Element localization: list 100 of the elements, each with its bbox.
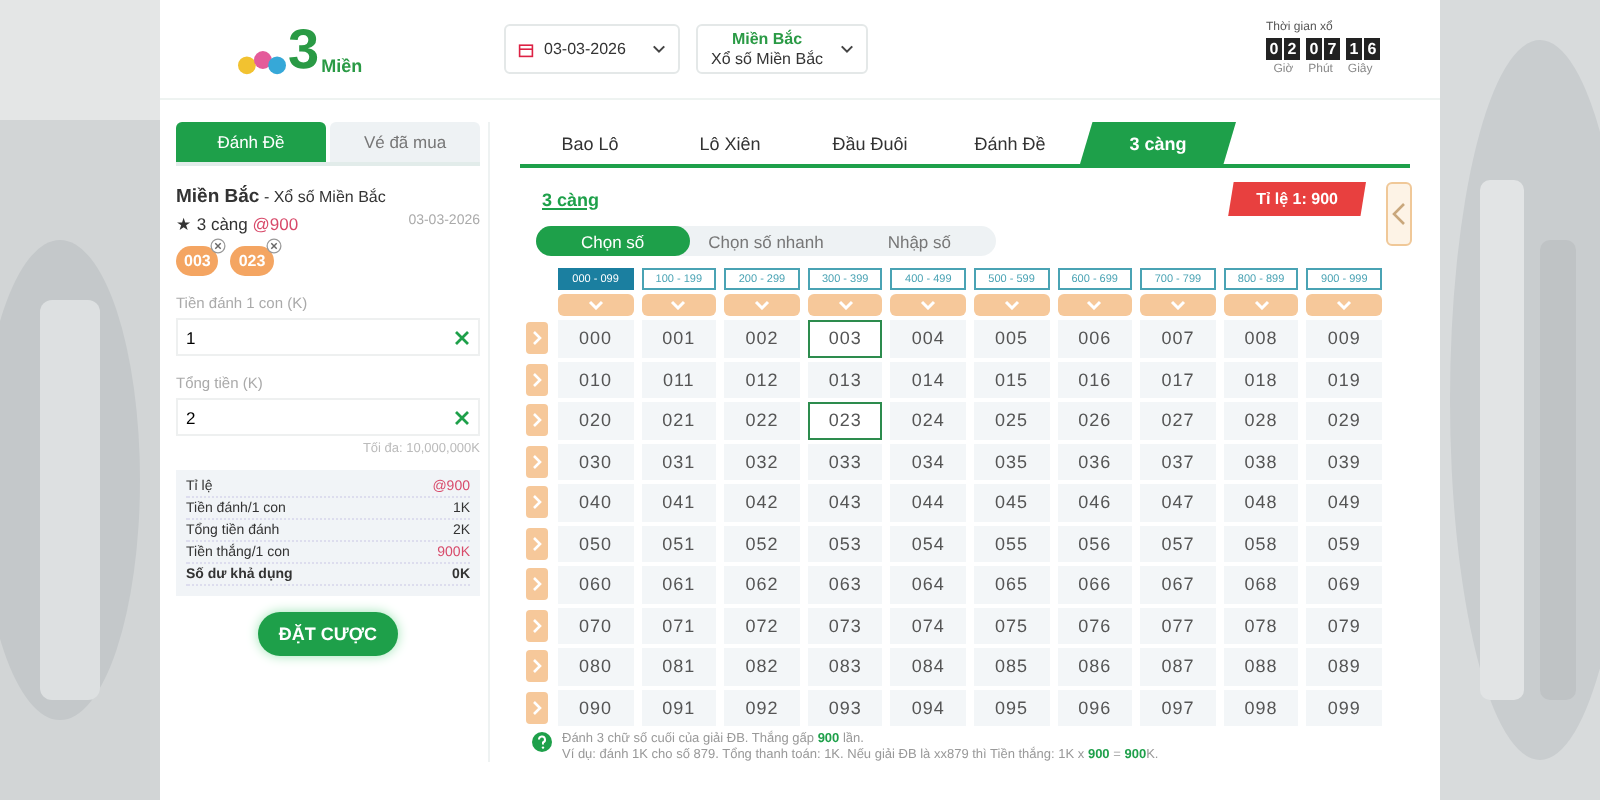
number-cell[interactable]: 004 [890, 320, 966, 357]
number-cell[interactable]: 006 [1057, 320, 1133, 357]
number-cell[interactable]: 078 [1223, 607, 1299, 644]
game-tab[interactable]: Đánh Đề [940, 122, 1080, 164]
number-cell[interactable]: 097 [1140, 689, 1216, 726]
number-cell[interactable]: 005 [973, 320, 1050, 357]
number-cell[interactable]: 076 [1057, 607, 1133, 644]
side-tab[interactable]: Vé đã mua [330, 122, 480, 162]
row-select-button[interactable] [526, 404, 548, 437]
number-cell[interactable]: 098 [1223, 689, 1299, 726]
close-icon[interactable] [210, 238, 227, 254]
number-cell[interactable]: 048 [1223, 484, 1299, 521]
number-cell[interactable]: 003 [807, 320, 883, 357]
number-cell[interactable]: 094 [890, 689, 966, 726]
number-cell[interactable]: 021 [641, 402, 717, 439]
number-cell[interactable]: 056 [1057, 525, 1133, 562]
number-cell[interactable]: 038 [1223, 443, 1299, 480]
clear-icon[interactable] [454, 329, 470, 345]
column-select-button[interactable] [1223, 294, 1299, 316]
number-cell[interactable]: 027 [1140, 402, 1216, 439]
game-tab[interactable]: Đầu Đuôi [800, 122, 940, 164]
game-tab[interactable]: Lô Xiên [660, 122, 800, 164]
number-cell[interactable]: 049 [1306, 484, 1382, 521]
column-select-button[interactable] [1140, 294, 1216, 316]
number-cell[interactable]: 091 [641, 689, 717, 726]
number-cell[interactable]: 050 [558, 525, 634, 562]
number-cell[interactable]: 063 [807, 566, 883, 603]
number-cell[interactable]: 022 [724, 402, 800, 439]
number-cell[interactable]: 099 [1306, 689, 1382, 726]
mode-tab[interactable]: Chọn số nhanh [689, 226, 843, 256]
number-cell[interactable]: 068 [1223, 566, 1299, 603]
input-field[interactable]: 1 [176, 318, 480, 356]
number-cell[interactable]: 041 [641, 484, 717, 521]
number-cell[interactable]: 010 [558, 361, 634, 398]
number-cell[interactable]: 082 [724, 648, 800, 685]
number-cell[interactable]: 058 [1223, 525, 1299, 562]
row-select-button[interactable] [526, 527, 548, 560]
number-cell[interactable]: 007 [1140, 320, 1216, 357]
number-cell[interactable]: 054 [890, 525, 966, 562]
row-select-button[interactable] [526, 609, 548, 642]
number-cell[interactable]: 036 [1057, 443, 1133, 480]
number-cell[interactable]: 012 [724, 361, 800, 398]
number-cell[interactable]: 029 [1306, 402, 1382, 439]
column-select-button[interactable] [807, 294, 883, 316]
number-cell[interactable]: 089 [1306, 648, 1382, 685]
number-cell[interactable]: 064 [890, 566, 966, 603]
number-cell[interactable]: 095 [973, 689, 1050, 726]
number-cell[interactable]: 013 [807, 361, 883, 398]
number-cell[interactable]: 080 [558, 648, 634, 685]
number-cell[interactable]: 032 [724, 443, 800, 480]
number-cell[interactable]: 019 [1306, 361, 1382, 398]
number-cell[interactable]: 059 [1306, 525, 1382, 562]
column-select-button[interactable] [724, 294, 800, 316]
row-select-button[interactable] [526, 322, 548, 355]
number-cell[interactable]: 030 [558, 443, 634, 480]
number-cell[interactable]: 074 [890, 607, 966, 644]
number-cell[interactable]: 083 [807, 648, 883, 685]
number-cell[interactable]: 045 [973, 484, 1050, 521]
number-cell[interactable]: 001 [641, 320, 717, 357]
date-select[interactable]: 03-03-2026 [504, 24, 680, 74]
number-cell[interactable]: 014 [890, 361, 966, 398]
number-cell[interactable]: 043 [807, 484, 883, 521]
number-cell[interactable]: 015 [973, 361, 1050, 398]
number-cell[interactable]: 079 [1306, 607, 1382, 644]
number-cell[interactable]: 051 [641, 525, 717, 562]
column-select-button[interactable] [1057, 294, 1133, 316]
mode-tab[interactable]: Nhập số [842, 226, 997, 256]
number-cell[interactable]: 065 [973, 566, 1050, 603]
number-cell[interactable]: 053 [807, 525, 883, 562]
number-cell[interactable]: 046 [1057, 484, 1133, 521]
number-cell[interactable]: 062 [724, 566, 800, 603]
number-cell[interactable]: 040 [558, 484, 634, 521]
column-select-button[interactable] [641, 294, 717, 316]
number-cell[interactable]: 055 [973, 525, 1050, 562]
close-icon[interactable] [265, 238, 282, 254]
number-cell[interactable]: 070 [558, 607, 634, 644]
number-cell[interactable]: 057 [1140, 525, 1216, 562]
row-select-button[interactable] [526, 691, 548, 724]
number-cell[interactable]: 037 [1140, 443, 1216, 480]
row-select-button[interactable] [526, 363, 548, 396]
number-cell[interactable]: 069 [1306, 566, 1382, 603]
number-cell[interactable]: 047 [1140, 484, 1216, 521]
number-cell[interactable]: 071 [641, 607, 717, 644]
row-select-button[interactable] [526, 445, 548, 478]
collapse-button[interactable] [1386, 182, 1412, 246]
number-cell[interactable]: 017 [1140, 361, 1216, 398]
number-cell[interactable]: 033 [807, 443, 883, 480]
number-cell[interactable]: 025 [973, 402, 1050, 439]
number-cell[interactable]: 075 [973, 607, 1050, 644]
number-cell[interactable]: 084 [890, 648, 966, 685]
row-select-button[interactable] [526, 486, 548, 519]
number-cell[interactable]: 096 [1057, 689, 1133, 726]
number-cell[interactable]: 086 [1057, 648, 1133, 685]
number-cell[interactable]: 034 [890, 443, 966, 480]
number-cell[interactable]: 061 [641, 566, 717, 603]
number-cell[interactable]: 092 [724, 689, 800, 726]
game-tab[interactable]: Bao Lô [520, 122, 660, 164]
number-cell[interactable]: 093 [807, 689, 883, 726]
number-cell[interactable]: 073 [807, 607, 883, 644]
number-cell[interactable]: 000 [558, 320, 634, 357]
